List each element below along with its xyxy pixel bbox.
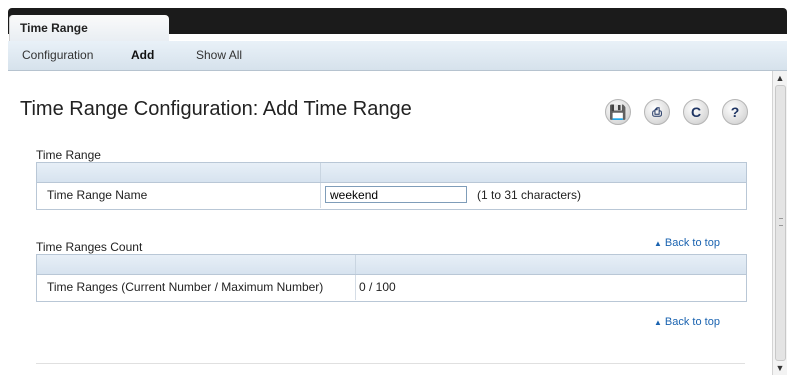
time-range-name-input[interactable] [325,186,467,203]
section-heading-time-ranges-count: Time Ranges Count [36,240,143,254]
up-triangle-icon: ▲ [654,318,662,327]
scroll-down-arrow-icon[interactable]: ▼ [773,361,787,375]
content-frame: Time Range Configuration: Add Time Range… [8,71,787,375]
vertical-scrollbar[interactable]: ▲ ▼ [772,71,787,375]
back-to-top-link[interactable]: ▲ Back to top [654,237,720,249]
time-range-name-hint: (1 to 31 characters) [477,188,582,202]
table-header [37,163,746,183]
page-title: Time Range Configuration: Add Time Range [20,98,412,120]
subnav-item-add[interactable]: Add [131,41,154,70]
sub-navigation: Configuration Add Show All [8,41,787,71]
save-icon[interactable]: 💾 [605,99,631,125]
table-header [37,255,746,275]
table-row: Time Range Name (1 to 31 characters) [37,183,746,208]
table-row: Time Ranges (Current Number / Maximum Nu… [37,275,746,300]
section-heading-time-range: Time Range [36,148,101,162]
scroll-thumb[interactable] [775,85,786,361]
subnav-item-show-all[interactable]: Show All [196,41,242,70]
up-triangle-icon: ▲ [654,239,662,248]
time-range-name-label: Time Range Name [47,188,148,202]
divider [36,363,745,364]
print-icon[interactable]: ⎙ [644,99,670,125]
back-to-top-link[interactable]: ▲ Back to top [654,316,720,328]
time-ranges-count-value: 0 / 100 [359,280,396,294]
help-icon[interactable]: ? [722,99,748,125]
time-ranges-count-table: Time Ranges (Current Number / Maximum Nu… [36,254,747,302]
subnav-item-configuration[interactable]: Configuration [22,41,93,70]
scroll-up-arrow-icon[interactable]: ▲ [773,71,787,85]
time-range-table: Time Range Name (1 to 31 characters) [36,162,747,210]
refresh-icon[interactable]: C [683,99,709,125]
time-ranges-count-label: Time Ranges (Current Number / Maximum Nu… [47,280,324,294]
tab-time-range-configuration[interactable]: Time Range Configuration [9,15,169,61]
